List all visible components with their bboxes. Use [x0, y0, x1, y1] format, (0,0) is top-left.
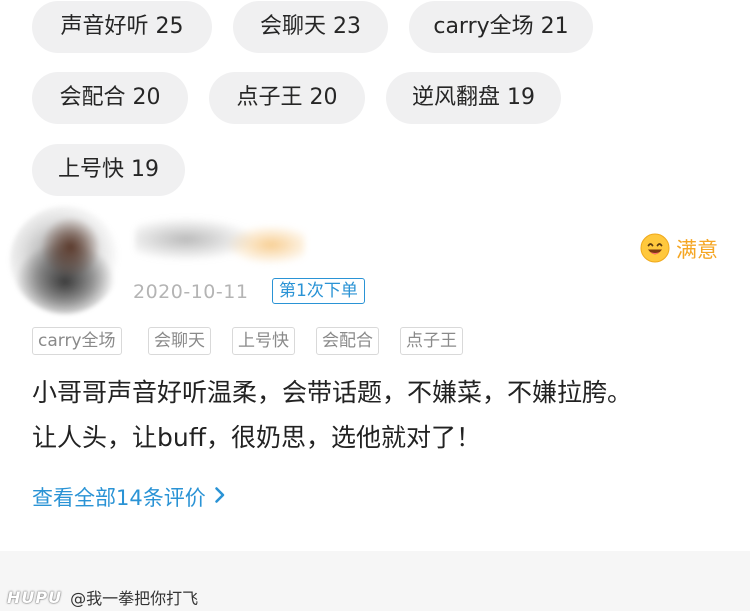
tag-count: 19	[507, 85, 535, 110]
review-body: 小哥哥声音好听温柔，会带话题，不嫌菜，不嫌拉胯。 让人头，让buff，很奶思，选…	[32, 370, 732, 460]
review-tag: 点子王	[400, 327, 463, 355]
tag-pill[interactable]: 上号快 19	[32, 144, 185, 196]
smile-emoji-icon	[640, 233, 670, 267]
tag-count: 25	[155, 14, 184, 39]
review-tag: carry全场	[32, 327, 122, 355]
tag-pill[interactable]: 声音好听 25	[32, 1, 212, 53]
tag-label: 会聊天	[259, 14, 326, 39]
tag-label: 声音好听	[60, 14, 149, 39]
tag-count: 20	[309, 85, 338, 110]
tag-label: 会配合	[59, 85, 126, 110]
chevron-right-icon	[214, 485, 226, 509]
tag-label: carry全场	[433, 14, 534, 39]
tag-count: 23	[333, 14, 361, 39]
review-tag: 会聊天	[148, 327, 211, 355]
tag-pill[interactable]: 点子王 20	[209, 72, 365, 124]
reviewer-name-redacted	[135, 214, 305, 270]
review-tag: 会配合	[316, 327, 379, 355]
tag-pill[interactable]: 会聊天 23	[233, 1, 388, 53]
tag-count: 20	[132, 85, 161, 110]
tag-pill[interactable]: 会配合 20	[32, 72, 188, 124]
rating-label: 满意	[676, 238, 718, 262]
tag-label: 上号快	[57, 157, 124, 182]
order-count-badge: 第1次下单	[272, 278, 365, 304]
review-tag: 上号快	[232, 327, 295, 355]
watermark-username: @我一拳把你打飞	[70, 589, 199, 608]
hupu-logo: HUPU	[7, 587, 63, 607]
view-all-reviews-link[interactable]: 查看全部14条评价	[32, 481, 226, 513]
tag-label: 逆风翻盘	[411, 85, 500, 110]
tag-filter-list: 声音好听 25 会聊天 23 carry全场 21 会配合 20 点子王 20 逆风翻盘 1…	[0, 0, 750, 200]
tag-pill[interactable]: 逆风翻盘 19	[386, 72, 561, 124]
rating: 满意	[640, 233, 718, 267]
view-all-label: 查看全部14条评价	[32, 486, 206, 510]
tag-count: 21	[540, 14, 569, 39]
tag-pill[interactable]: carry全场 21	[409, 1, 593, 53]
review-date: 2020-10-11	[133, 281, 249, 303]
avatar[interactable]	[10, 206, 120, 314]
watermark: HUPU @我一拳把你打飞	[7, 585, 198, 609]
tag-label: 点子王	[236, 85, 303, 110]
review-text-line: 让人头，让buff，很奶思，选他就对了！	[32, 423, 481, 452]
review-text-line: 小哥哥声音好听温柔，会带话题，不嫌菜，不嫌拉胯。	[32, 378, 633, 407]
tag-count: 19	[131, 157, 159, 182]
